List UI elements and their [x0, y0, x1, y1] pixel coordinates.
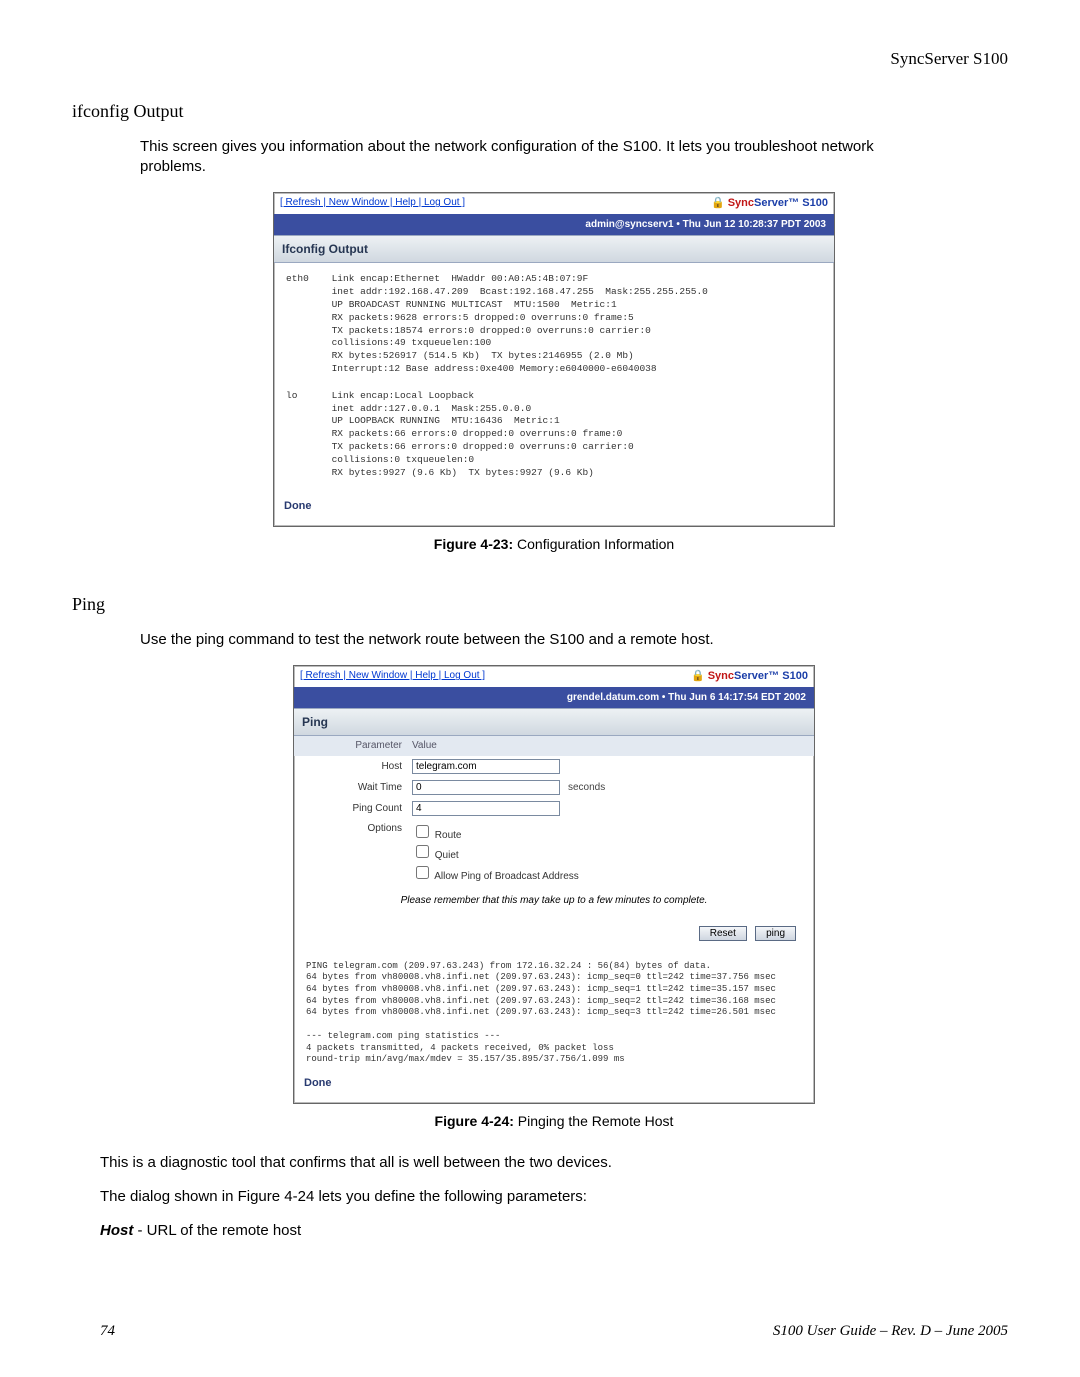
doc-rev: S100 User Guide – Rev. D – June 2005 [773, 1321, 1008, 1341]
ifconfig-eth0: eth0 Link encap:Ethernet HWaddr 00:A0:A5… [274, 263, 834, 390]
ping-intro: Use the ping command to test the network… [140, 630, 940, 650]
done-label: Done [274, 493, 834, 526]
figure-4-23-caption: Figure 4-23: Configuration Information [100, 535, 1008, 554]
panel-title: Ifconfig Output [274, 235, 834, 263]
user-bar: admin@syncserv1 • Thu Jun 12 10:28:37 PD… [274, 214, 834, 236]
reset-button[interactable]: Reset [699, 926, 747, 941]
ping-button[interactable]: ping [755, 926, 796, 941]
param-host: Host - URL of the remote host [100, 1221, 900, 1241]
wait-label: Wait Time [324, 781, 412, 795]
ifconfig-intro: This screen gives you information about … [140, 137, 940, 178]
host-label: Host [324, 760, 412, 774]
brand-label: 🔒SyncServer™ S100 [711, 196, 828, 211]
count-label: Ping Count [324, 802, 412, 816]
count-input[interactable] [412, 801, 560, 816]
lock-icon: 🔒 [711, 197, 725, 209]
toolbar-links[interactable]: [ Refresh | New Window | Help | Log Out … [300, 669, 485, 683]
brand-label: 🔒SyncServer™ S100 [691, 669, 808, 684]
running-header: SyncServer S100 [100, 48, 1008, 71]
opt-bcast[interactable]: Allow Ping of Broadcast Address [412, 863, 579, 884]
figure-4-24-caption: Figure 4-24: Pinging the Remote Host [100, 1112, 1008, 1131]
ping-output: PING telegram.com (209.97.63.243) from 1… [294, 953, 814, 1070]
figure-4-24-panel: [ Refresh | New Window | Help | Log Out … [293, 665, 815, 1104]
options-label: Options [324, 822, 412, 836]
page-footer: 74 S100 User Guide – Rev. D – June 2005 [100, 1321, 1008, 1341]
panel-title: Ping [294, 708, 814, 736]
host-input[interactable] [412, 759, 560, 774]
diag-para-1: This is a diagnostic tool that confirms … [100, 1153, 900, 1173]
ping-note: Please remember that this may take up to… [294, 886, 814, 916]
wait-hint: seconds [560, 781, 605, 795]
wait-input[interactable] [412, 780, 560, 795]
opt-quiet[interactable]: Quiet [412, 842, 579, 863]
section-title-ifconfig: ifconfig Output [72, 99, 1008, 123]
done-label: Done [294, 1070, 814, 1103]
lock-icon: 🔒 [691, 670, 705, 682]
param-header: ParameterValue [294, 736, 814, 756]
page-number: 74 [100, 1321, 115, 1341]
diag-para-2: The dialog shown in Figure 4-24 lets you… [100, 1187, 900, 1207]
figure-4-23-panel: [ Refresh | New Window | Help | Log Out … [273, 192, 835, 528]
toolbar-links[interactable]: [ Refresh | New Window | Help | Log Out … [280, 196, 465, 210]
section-title-ping: Ping [72, 592, 1008, 616]
ifconfig-lo: lo Link encap:Local Loopback inet addr:1… [274, 390, 834, 494]
opt-route[interactable]: Route [412, 822, 579, 843]
user-bar: grendel.datum.com • Thu Jun 6 14:17:54 E… [294, 687, 814, 709]
